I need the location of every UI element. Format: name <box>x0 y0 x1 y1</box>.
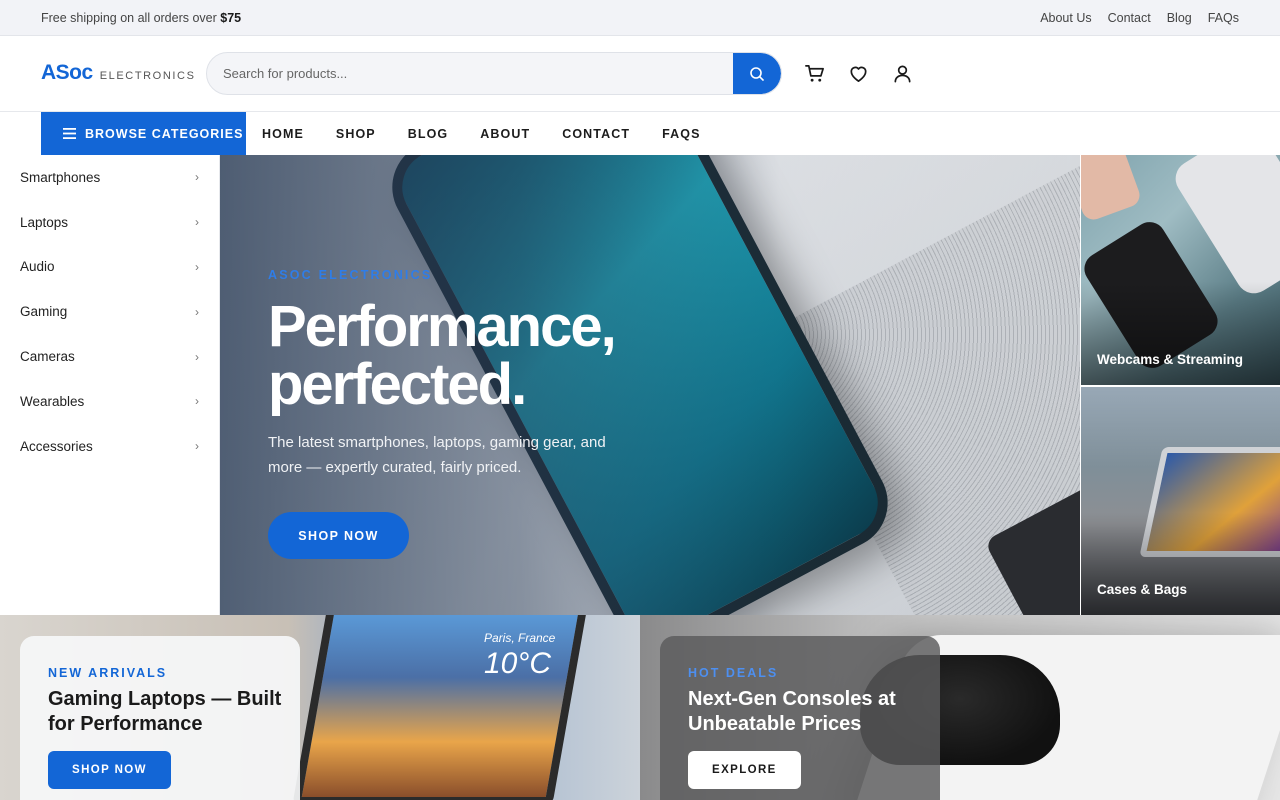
tile-label: Cases & Bags <box>1097 582 1188 597</box>
nav-shop[interactable]: SHOP <box>320 127 392 141</box>
shipping-notice: Free shipping on all orders over $75 <box>41 11 241 25</box>
promo-hot-deals: HOT DEALS Next-Gen Consoles at Unbeatabl… <box>640 615 1280 800</box>
chevron-right-icon: › <box>195 349 199 364</box>
cart-icon <box>804 64 824 82</box>
search-icon <box>750 66 764 81</box>
hero-title: Performance, perfected. <box>268 294 617 417</box>
hero-banner: ASOC ELECTRONICS Performance, perfected.… <box>220 155 1080 615</box>
sidebar-item-label: Audio <box>20 259 55 275</box>
tile-webcams-streaming[interactable]: Webcams & Streaming <box>1081 155 1280 385</box>
promo-new-arrivals: Paris, France 10°C NEW ARRIVALS Gaming L… <box>0 615 640 800</box>
nav-faqs[interactable]: FAQS <box>646 127 716 141</box>
hero-text: ASOC ELECTRONICS Performance, perfected.… <box>268 268 688 480</box>
browse-categories-button[interactable]: BROWSE CATEGORIES <box>41 112 246 155</box>
search-bar <box>206 52 782 95</box>
nav-links: HOME SHOP BLOG ABOUT CONTACT FAQS <box>246 112 717 155</box>
user-icon <box>893 64 911 82</box>
tile-shade <box>1081 387 1280 615</box>
chevron-right-icon: › <box>195 304 199 319</box>
promo-card: HOT DEALS Next-Gen Consoles at Unbeatabl… <box>660 636 940 800</box>
sidebar-item-gaming[interactable]: Gaming › <box>0 289 219 334</box>
chevron-right-icon: › <box>195 439 199 454</box>
sidebar-item-label: Gaming <box>20 304 68 320</box>
sidebar-item-label: Wearables <box>20 393 85 409</box>
sidebar-item-label: Laptops <box>20 214 69 230</box>
sidebar-item-label: Cameras <box>20 349 75 365</box>
sidebar-item-smartphones[interactable]: Smartphones › <box>0 155 219 200</box>
nav-blog[interactable]: BLOG <box>392 127 465 141</box>
browse-label: BROWSE CATEGORIES <box>85 126 244 141</box>
wishlist-button[interactable] <box>847 62 869 84</box>
site-header: ASoc ELECTRONICS <box>0 36 1280 112</box>
promo-eyebrow: HOT DEALS <box>688 666 779 680</box>
search-button[interactable] <box>733 53 781 94</box>
hero-eyebrow: ASOC ELECTRONICS <box>268 268 433 282</box>
top-link-blog[interactable]: Blog <box>1167 11 1192 25</box>
nav-contact[interactable]: CONTACT <box>546 127 646 141</box>
tile-cases-bags[interactable]: Cases & Bags <box>1081 387 1280 615</box>
shipping-amount: $75 <box>220 10 242 25</box>
top-links: About Us Contact Blog FAQs <box>1040 11 1239 25</box>
search-input[interactable] <box>207 53 734 94</box>
promo-title: Next-Gen Consoles at Unbeatable Prices <box>688 688 896 735</box>
top-link-faqs[interactable]: FAQs <box>1208 11 1239 25</box>
top-link-about[interactable]: About Us <box>1040 11 1091 25</box>
main-nav: BROWSE CATEGORIES HOME SHOP BLOG ABOUT C… <box>0 112 1280 155</box>
logo-main: ASoc <box>41 61 93 84</box>
nav-about[interactable]: ABOUT <box>464 127 546 141</box>
chevron-right-icon: › <box>195 394 199 409</box>
cart-button[interactable] <box>803 62 825 84</box>
top-link-contact[interactable]: Contact <box>1108 11 1151 25</box>
screen-temp-text: 10°C <box>484 647 552 680</box>
top-bar: Free shipping on all orders over $75 Abo… <box>0 0 1280 36</box>
sidebar-item-label: Accessories <box>20 438 93 454</box>
tile-shade <box>1081 155 1280 385</box>
shop-now-button[interactable]: SHOP NOW <box>268 512 409 559</box>
promo-shop-now-button[interactable]: SHOP NOW <box>48 751 171 789</box>
chevron-right-icon: › <box>195 259 199 274</box>
sidebar-item-audio[interactable]: Audio › <box>0 245 219 290</box>
shipping-text: Free shipping on all orders over <box>41 10 217 25</box>
logo[interactable]: ASoc ELECTRONICS <box>41 61 196 85</box>
promo-explore-button[interactable]: EXPLORE <box>688 751 801 789</box>
menu-icon <box>63 128 76 139</box>
screen-city-text: Paris, France <box>484 631 556 645</box>
sidebar-item-label: Smartphones <box>20 169 101 185</box>
tile-label: Webcams & Streaming <box>1097 352 1244 367</box>
sidebar-item-laptops[interactable]: Laptops › <box>0 200 219 245</box>
chevron-right-icon: › <box>195 215 199 230</box>
promo-title: Gaming Laptops — Built for Performance <box>48 688 282 735</box>
promo-eyebrow: NEW ARRIVALS <box>48 666 168 680</box>
account-button[interactable] <box>891 62 913 84</box>
sidebar-item-accessories[interactable]: Accessories › <box>0 424 219 469</box>
heart-icon <box>849 66 867 82</box>
logo-sub: ELECTRONICS <box>99 70 196 82</box>
category-sidebar: Smartphones › Laptops › Audio › Gaming ›… <box>0 155 220 615</box>
sidebar-item-cameras[interactable]: Cameras › <box>0 334 219 379</box>
hero-subtitle: The latest smartphones, laptops, gaming … <box>268 434 606 476</box>
promo-card: NEW ARRIVALS Gaming Laptops — Built for … <box>20 636 300 800</box>
sidebar-item-wearables[interactable]: Wearables › <box>0 379 219 424</box>
nav-home[interactable]: HOME <box>246 127 320 141</box>
chevron-right-icon: › <box>195 170 199 185</box>
